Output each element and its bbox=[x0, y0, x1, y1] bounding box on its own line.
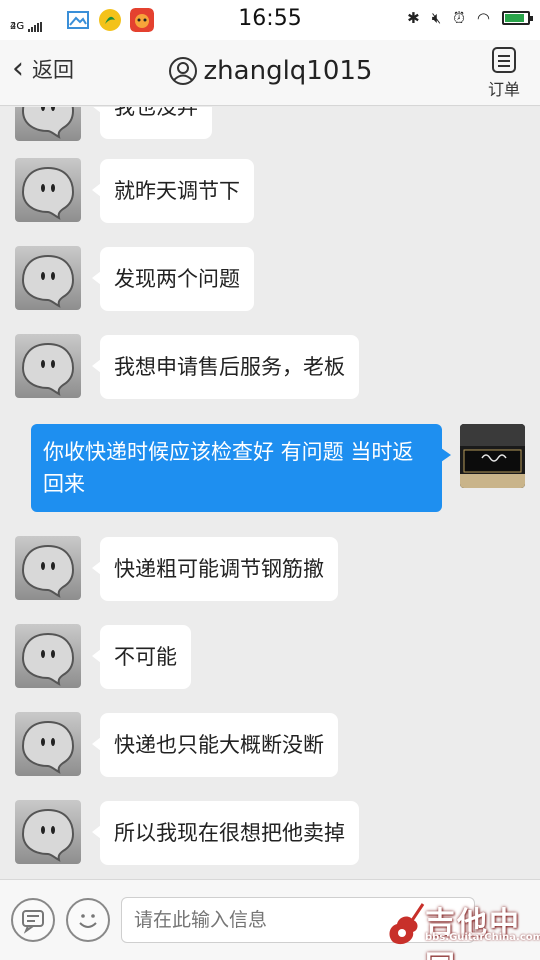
chat-bubble-icon bbox=[22, 910, 44, 934]
mute-icon: 🔇︎ bbox=[431, 9, 442, 27]
alarm-icon: ⏰︎ bbox=[453, 9, 465, 27]
avatar-icon bbox=[21, 808, 75, 862]
battery-icon bbox=[502, 11, 533, 25]
contact-avatar[interactable] bbox=[15, 334, 81, 398]
contact-avatar[interactable] bbox=[15, 107, 81, 141]
bluetooth-icon: ✱ bbox=[407, 9, 420, 27]
avatar-icon bbox=[21, 254, 75, 308]
avatar-icon bbox=[21, 342, 75, 396]
avatar-icon bbox=[21, 107, 75, 139]
orders-icon bbox=[492, 47, 516, 73]
contact-name: zhanglq1015 bbox=[203, 56, 373, 86]
orders-label: 订单 bbox=[487, 80, 520, 99]
chat-title: zhanglq1015 bbox=[0, 56, 540, 86]
contact-avatar[interactable] bbox=[15, 536, 81, 600]
message-bubble[interactable]: 我也没弄 bbox=[92, 107, 212, 139]
contact-avatar[interactable] bbox=[15, 712, 81, 776]
guitar-logo-icon bbox=[389, 903, 425, 945]
avatar-icon bbox=[21, 720, 75, 774]
message-input-bar: 吉他中国 bbs.GuitarChina.com bbox=[0, 879, 540, 960]
user-icon bbox=[168, 57, 197, 85]
my-message-bubble[interactable]: 你收快递时候应该检查好 有问题 当时返回来 bbox=[31, 424, 451, 512]
message-bubble[interactable]: 快递也只能大概断没断 bbox=[92, 713, 338, 777]
smiley-icon bbox=[79, 914, 97, 928]
contact-avatar[interactable] bbox=[15, 158, 81, 222]
emoji-button[interactable] bbox=[66, 898, 110, 942]
quick-reply-button[interactable] bbox=[11, 898, 55, 942]
message-bubble[interactable]: 就昨天调节下 bbox=[92, 159, 254, 223]
chat-header: ‹ 返回 zhanglq1015 订单 bbox=[0, 40, 540, 106]
message-bubble[interactable]: 发现两个问题 bbox=[92, 247, 254, 311]
message-bubble[interactable]: 不可能 bbox=[92, 625, 191, 689]
message-bubble[interactable]: 所以我现在很想把他卖掉 bbox=[92, 801, 359, 865]
guitarchina-watermark: 吉他中国 bbs.GuitarChina.com bbox=[385, 898, 540, 960]
my-avatar[interactable] bbox=[460, 424, 525, 488]
watermark-url: bbs.GuitarChina.com bbox=[425, 932, 540, 943]
amplifier-image-icon bbox=[460, 424, 525, 488]
contact-avatar[interactable] bbox=[15, 246, 81, 310]
avatar-icon bbox=[21, 166, 75, 220]
contact-avatar[interactable] bbox=[15, 624, 81, 688]
system-icons: ✱ 🔇︎ ⏰︎ ◠ bbox=[407, 9, 533, 27]
status-bar: 4G 2G 16:55 ✱ 🔇︎ ⏰︎ ◠ bbox=[0, 0, 540, 40]
watermark-title: 吉他中国 bbox=[425, 906, 521, 960]
contact-avatar[interactable] bbox=[15, 800, 81, 864]
avatar-icon bbox=[21, 544, 75, 598]
message-bubble[interactable]: 快递粗可能调节钢筋撤 bbox=[92, 537, 338, 601]
orders-button[interactable]: 订单 bbox=[484, 46, 524, 100]
wifi-icon: ◠ bbox=[476, 9, 490, 27]
message-list[interactable]: 我也没弄 就昨天调节下 发现两个问题 我想申请售后服务，老板 你收快递时候应该检… bbox=[0, 107, 540, 879]
message-bubble[interactable]: 我想申请售后服务，老板 bbox=[92, 335, 359, 399]
avatar-icon bbox=[21, 632, 75, 686]
